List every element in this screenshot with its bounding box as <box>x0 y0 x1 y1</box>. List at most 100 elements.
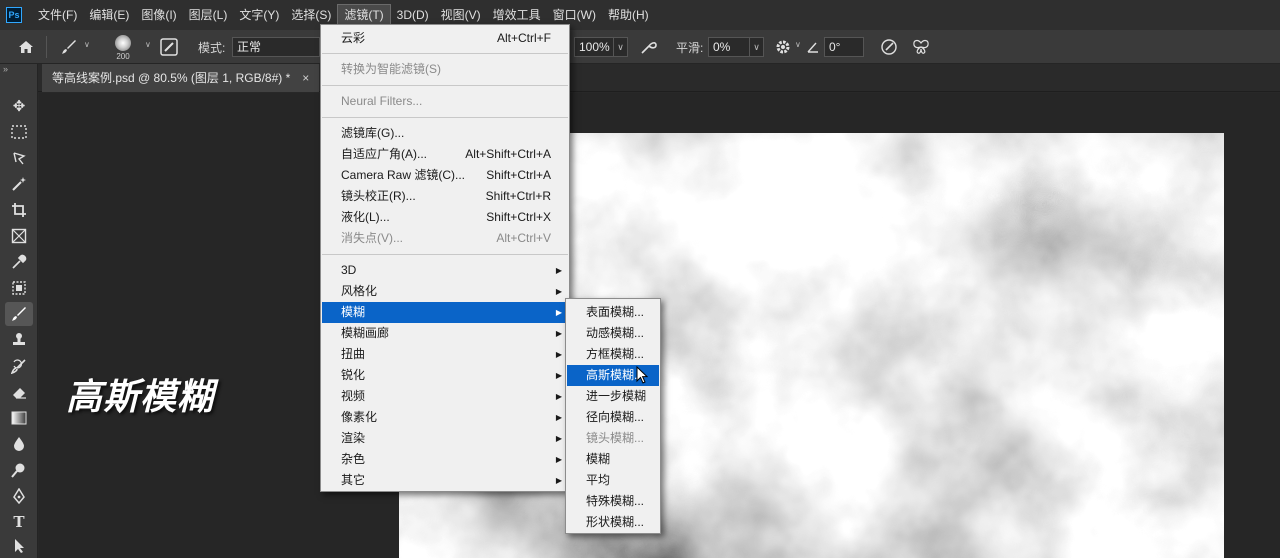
menu-item-shortcut: Alt+Ctrl+F <box>496 31 551 45</box>
document-tab[interactable]: 等高线案例.psd @ 80.5% (图层 1, RGB/8#) * × <box>42 64 320 92</box>
menu-item-pixelate[interactable]: 像素化 ▶ <box>322 407 568 428</box>
brush-tool-icon[interactable] <box>5 302 33 326</box>
menu-item-blur[interactable]: 模糊 ▶ <box>322 302 568 323</box>
magic-wand-tool-icon[interactable] <box>5 172 33 196</box>
airbrush-icon[interactable] <box>638 37 660 57</box>
menu-edit[interactable]: 编辑(E) <box>83 4 135 26</box>
menu-item-vanishing-point[interactable]: 消失点(V)... Alt+Ctrl+V <box>322 228 568 249</box>
smoothing-input[interactable]: 0% <box>708 37 750 57</box>
crop-tool-icon[interactable] <box>5 198 33 222</box>
menu-item-convert-smart-filters[interactable]: 转换为智能滤镜(S) <box>322 59 568 80</box>
photoshop-logo-icon: Ps <box>6 7 22 23</box>
brush-size-preview[interactable]: 200 <box>108 34 138 62</box>
menu-item-3d[interactable]: 3D ▶ <box>322 260 568 281</box>
menu-file[interactable]: 文件(F) <box>32 4 83 26</box>
submenu-item-smart-blur[interactable]: 特殊模糊... <box>567 491 659 512</box>
menu-image[interactable]: 图像(I) <box>135 4 182 26</box>
brush-tool-preset-icon[interactable] <box>58 37 80 57</box>
submenu-arrow-icon: ▶ <box>555 350 562 359</box>
menu-item-other[interactable]: 其它 ▶ <box>322 470 568 491</box>
submenu-item-blur-more[interactable]: 进一步模糊 <box>567 386 659 407</box>
gradient-tool-icon[interactable] <box>5 406 33 430</box>
menu-item-lens-correction[interactable]: 镜头校正(R)... Shift+Ctrl+R <box>322 186 568 207</box>
submenu-item-blur[interactable]: 模糊 <box>567 449 659 470</box>
submenu-arrow-icon: ▶ <box>555 476 562 485</box>
menu-item-liquify[interactable]: 液化(L)... Shift+Ctrl+X <box>322 207 568 228</box>
menu-item-label: Neural Filters... <box>341 94 423 108</box>
type-tool-icon[interactable]: T <box>5 510 33 534</box>
menu-item-neural-filters[interactable]: Neural Filters... <box>322 91 568 112</box>
smoothing-dropdown[interactable]: ∨ <box>750 37 764 57</box>
menu-item-camera-raw-filter[interactable]: Camera Raw 滤镜(C)... Shift+Ctrl+A <box>322 165 568 186</box>
menu-type[interactable]: 文字(Y) <box>233 4 285 26</box>
chevron-down-icon[interactable]: ∨ <box>795 40 801 49</box>
submenu-item-average[interactable]: 平均 <box>567 470 659 491</box>
menu-item-video[interactable]: 视频 ▶ <box>322 386 568 407</box>
menu-item-label: 像素化 <box>341 410 378 424</box>
menu-item-label: 液化(L)... <box>341 210 390 224</box>
menu-item-label: 消失点(V)... <box>341 231 403 245</box>
symmetry-butterfly-icon[interactable] <box>910 37 932 57</box>
menu-item-adaptive-wide-angle[interactable]: 自适应广角(A)... Alt+Shift+Ctrl+A <box>322 144 568 165</box>
chevron-down-icon[interactable]: ∨ <box>84 40 90 49</box>
menu-layer[interactable]: 图层(L) <box>183 4 234 26</box>
menu-item-blur-gallery[interactable]: 模糊画廊 ▶ <box>322 323 568 344</box>
menu-item-noise[interactable]: 杂色 ▶ <box>322 449 568 470</box>
document-tab-title: 等高线案例.psd @ 80.5% (图层 1, RGB/8#) * <box>52 71 291 85</box>
menu-item-sharpen[interactable]: 锐化 ▶ <box>322 365 568 386</box>
submenu-item-surface-blur[interactable]: 表面模糊... <box>567 302 659 323</box>
healing-brush-tool-icon[interactable] <box>5 276 33 300</box>
pen-tool-icon[interactable] <box>5 484 33 508</box>
angle-input[interactable]: 0° <box>824 37 864 57</box>
clone-stamp-tool-icon[interactable] <box>5 328 33 352</box>
history-brush-tool-icon[interactable] <box>5 354 33 378</box>
menu-item-shortcut: Alt+Ctrl+V <box>496 231 551 245</box>
flow-dropdown[interactable]: ∨ <box>614 37 628 57</box>
photoshop-window: Ps 文件(F) 编辑(E) 图像(I) 图层(L) 文字(Y) 选择(S) 滤… <box>0 0 1280 558</box>
submenu-arrow-icon: ▶ <box>555 455 562 464</box>
menu-3d[interactable]: 3D(D) <box>391 4 435 26</box>
submenu-arrow-icon: ▶ <box>555 266 562 275</box>
submenu-item-shape-blur[interactable]: 形状模糊... <box>567 512 659 533</box>
gear-icon[interactable] <box>773 37 793 57</box>
menu-filter[interactable]: 滤镜(T) <box>337 4 391 26</box>
menu-item-distort[interactable]: 扭曲 ▶ <box>322 344 568 365</box>
menu-item-label: 视频 <box>341 389 366 403</box>
blur-tool-icon[interactable] <box>5 432 33 456</box>
menu-item-filter-gallery[interactable]: 滤镜库(G)... <box>322 123 568 144</box>
path-selection-tool-icon[interactable] <box>5 534 33 558</box>
flow-input[interactable]: 100% <box>574 37 614 57</box>
mode-select[interactable]: 正常 <box>232 37 320 57</box>
menu-plugins[interactable]: 增效工具 <box>487 4 547 26</box>
eraser-tool-icon[interactable] <box>5 380 33 404</box>
submenu-item-radial-blur[interactable]: 径向模糊... <box>567 407 659 428</box>
menu-select[interactable]: 选择(S) <box>285 4 337 26</box>
menu-item-clouds[interactable]: 云彩 Alt+Ctrl+F <box>322 28 568 49</box>
expand-panel-icon[interactable]: » <box>3 64 8 74</box>
lasso-tool-icon[interactable] <box>5 146 33 170</box>
pressure-size-icon[interactable] <box>878 37 900 57</box>
menu-item-label: Camera Raw 滤镜(C)... <box>341 168 466 182</box>
submenu-arrow-icon: ▶ <box>555 287 562 296</box>
menu-help[interactable]: 帮助(H) <box>602 4 655 26</box>
marquee-tool-icon[interactable] <box>5 120 33 144</box>
submenu-item-box-blur[interactable]: 方框模糊... <box>567 344 659 365</box>
menu-item-shortcut: Shift+Ctrl+R <box>485 189 551 203</box>
home-icon[interactable] <box>16 37 36 57</box>
submenu-item-lens-blur[interactable]: 镜头模糊... <box>567 428 659 449</box>
divider <box>46 36 47 58</box>
submenu-arrow-icon: ▶ <box>555 308 562 317</box>
submenu-item-motion-blur[interactable]: 动感模糊... <box>567 323 659 344</box>
menu-item-stylize[interactable]: 风格化 ▶ <box>322 281 568 302</box>
frame-tool-icon[interactable] <box>5 224 33 248</box>
mouse-pointer-icon <box>636 366 648 384</box>
move-tool-icon[interactable]: ✥ <box>5 94 33 118</box>
dodge-tool-icon[interactable] <box>5 458 33 482</box>
chevron-down-icon[interactable]: ∨ <box>145 40 151 49</box>
menu-item-render[interactable]: 渲染 ▶ <box>322 428 568 449</box>
eyedropper-tool-icon[interactable] <box>5 250 33 274</box>
menu-view[interactable]: 视图(V) <box>435 4 487 26</box>
close-icon[interactable]: × <box>302 64 309 92</box>
brush-settings-icon[interactable] <box>158 36 180 58</box>
menu-window[interactable]: 窗口(W) <box>547 4 602 26</box>
